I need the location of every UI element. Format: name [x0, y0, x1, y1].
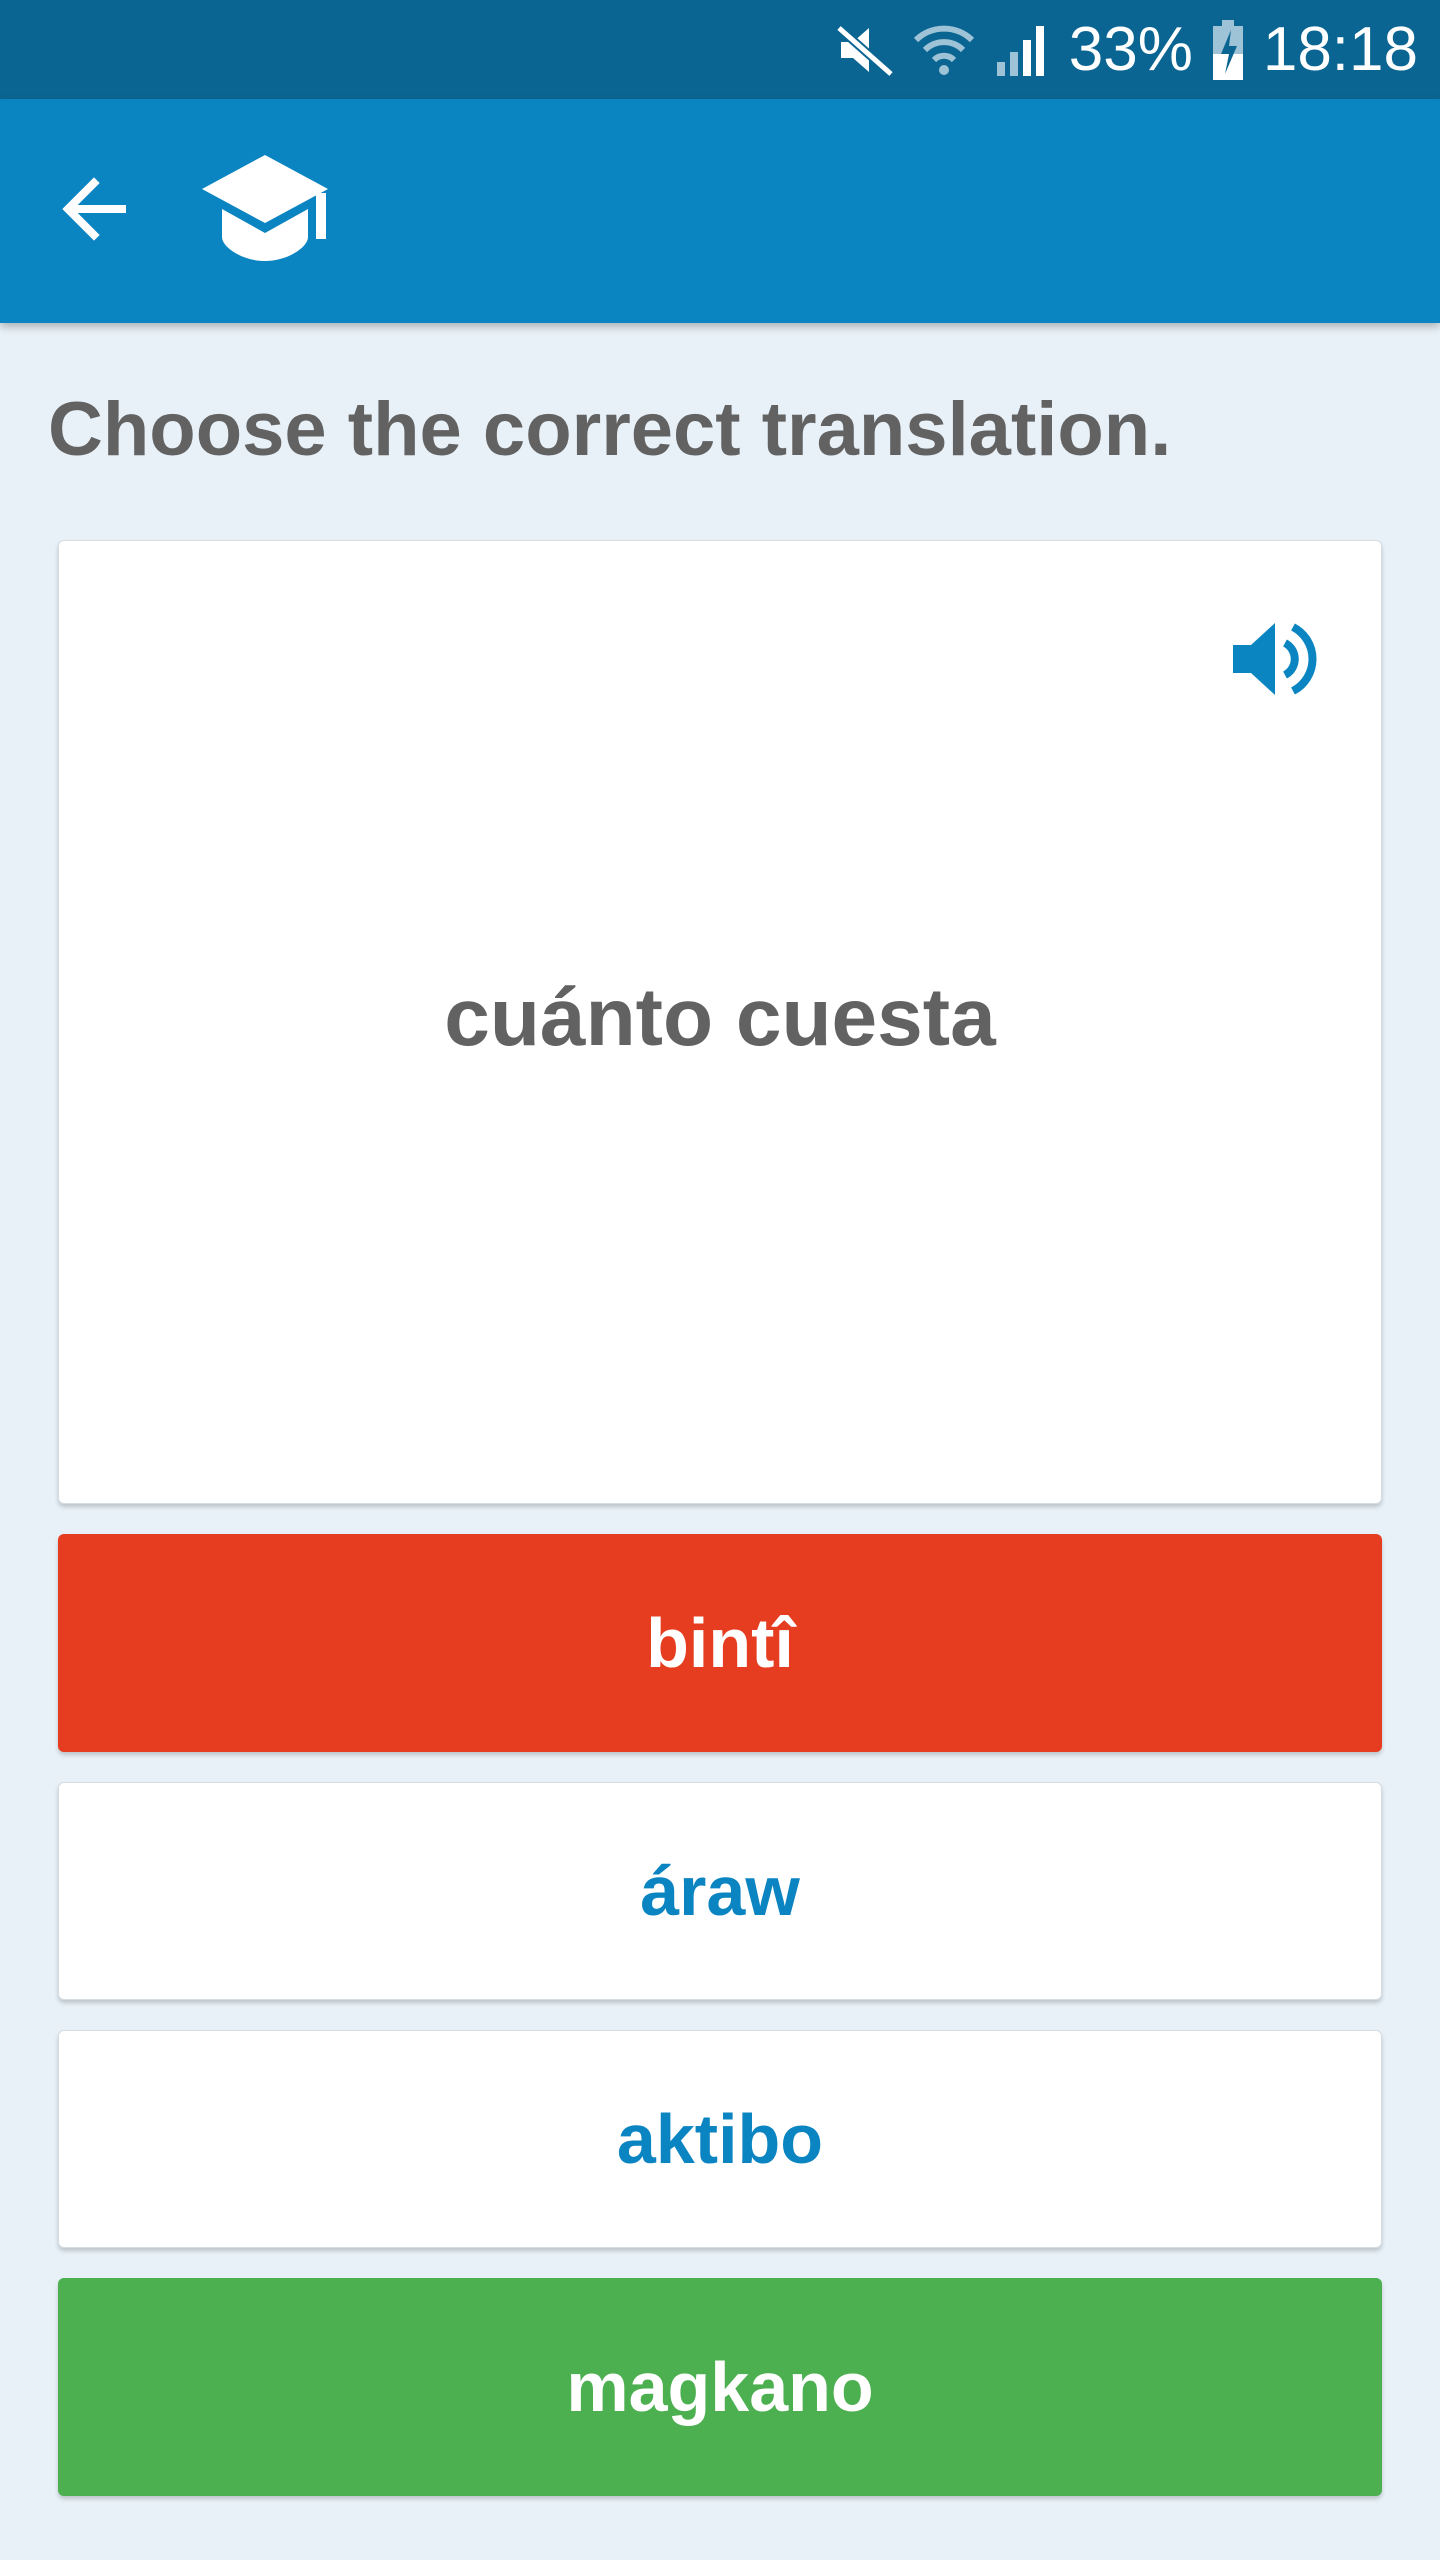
prompt-card: cuánto cuesta [58, 540, 1382, 1504]
answer-button-2[interactable]: áraw [58, 1782, 1382, 2000]
mute-icon [835, 22, 895, 78]
wifi-icon [913, 20, 975, 80]
graduation-cap-icon [196, 151, 334, 269]
answer-button-1[interactable]: bintî [58, 1534, 1382, 1752]
instruction-text: Choose the correct translation. [48, 387, 1172, 472]
status-icons: 33% 18:18 [835, 0, 1418, 99]
clock: 18:18 [1262, 15, 1418, 84]
signal-icon [993, 22, 1051, 78]
app-bar [0, 99, 1440, 323]
back-button[interactable] [40, 159, 150, 263]
prompt-word: cuánto cuesta [444, 972, 996, 1063]
status-bar: 33% 18:18 [0, 0, 1440, 99]
battery-percent: 33% [1068, 15, 1193, 84]
back-arrow-icon [60, 176, 130, 246]
answer-button-3[interactable]: aktibo [58, 2030, 1382, 2248]
battery-charging-icon [1211, 18, 1245, 82]
speaker-icon[interactable] [1227, 613, 1319, 705]
answer-button-4[interactable]: magkano [58, 2278, 1382, 2496]
